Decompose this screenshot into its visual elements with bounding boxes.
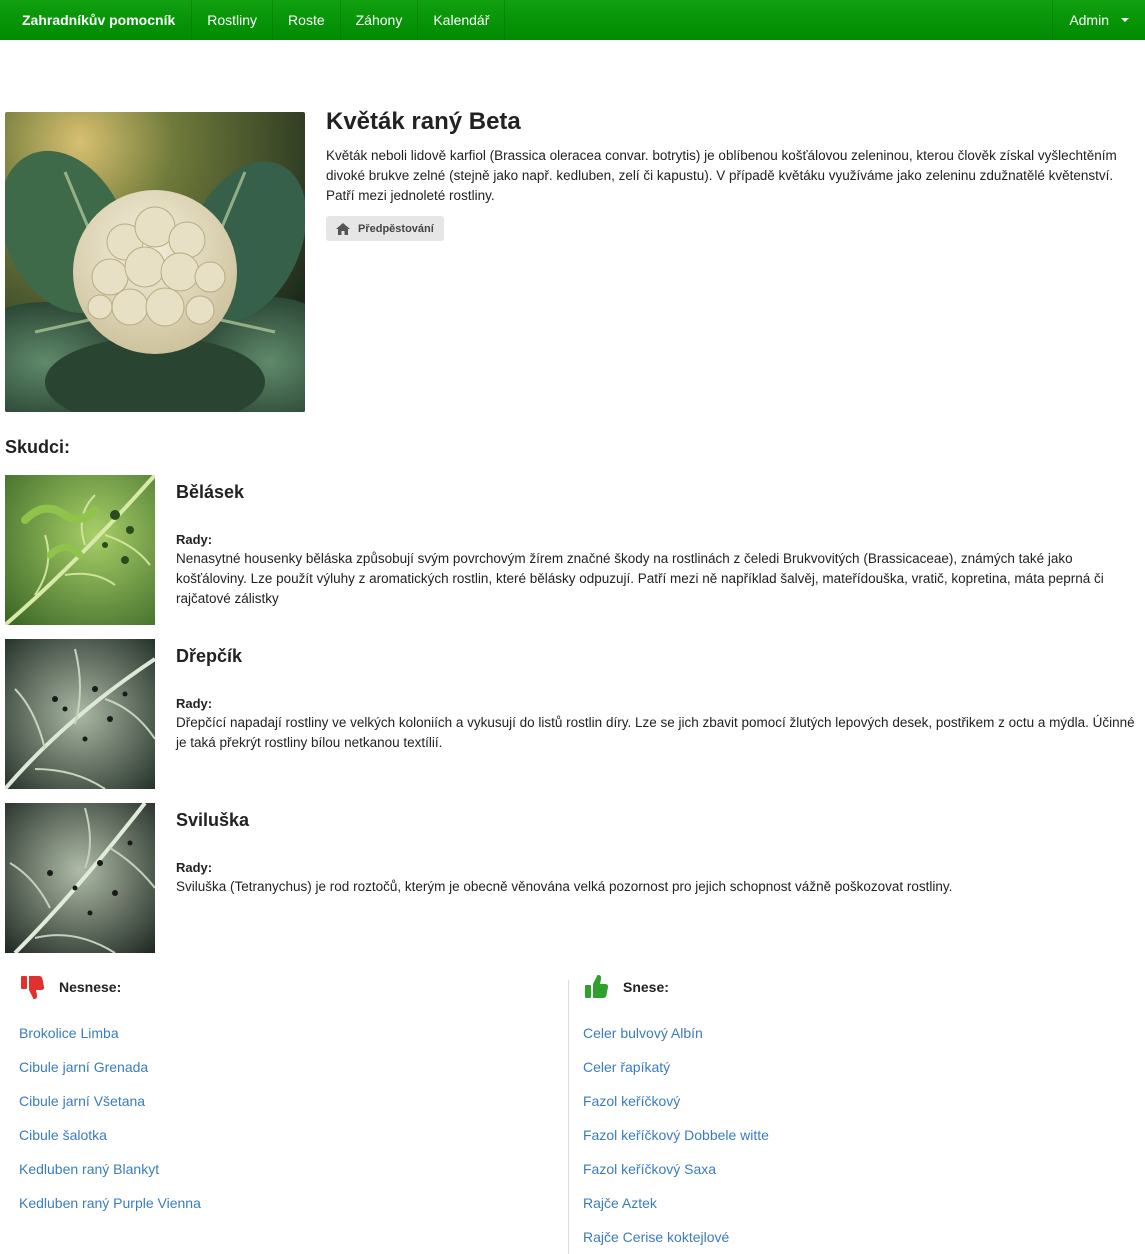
list-item: Kedluben raný Blankyt xyxy=(19,1152,559,1186)
pest-card: Bělásek Rady: Nenasytné housenky běláska… xyxy=(5,475,1140,625)
user-menu[interactable]: Admin xyxy=(1052,0,1145,40)
incompatible-list: Brokolice Limba Cibule jarní Grenada Cib… xyxy=(19,1016,559,1220)
tag-badge: Předpěstování xyxy=(326,216,444,241)
pest-image xyxy=(5,639,155,789)
plant-link[interactable]: Brokolice Limba xyxy=(19,1025,119,1041)
plant-link[interactable]: Kedluben raný Purple Vienna xyxy=(19,1195,201,1211)
compatible-header: Snese: xyxy=(583,972,1138,1002)
pest-name: Sviluška xyxy=(176,810,250,830)
pest-advice: Nenasytné housenky běláska způsobují svý… xyxy=(176,551,1104,606)
list-item: Celer řapíkatý xyxy=(583,1050,1138,1084)
plant-link[interactable]: Fazol keříčkový Saxa xyxy=(583,1161,716,1177)
pest-advice-label: Rady: xyxy=(176,532,213,547)
pest-name: Bělásek xyxy=(176,482,245,502)
list-item: Celer bulvový Albín xyxy=(583,1016,1138,1050)
nav-link-roste[interactable]: Roste xyxy=(273,0,341,40)
plant-link[interactable]: Cibule jarní Všetana xyxy=(19,1093,145,1109)
plant-link[interactable]: Kedluben raný Blankyt xyxy=(19,1161,159,1177)
nav-link-zahony[interactable]: Záhony xyxy=(341,0,419,40)
plant-link[interactable]: Rajče Aztek xyxy=(583,1195,657,1211)
incompatible-title: Nesnese: xyxy=(59,979,122,995)
list-item: Cibule jarní Všetana xyxy=(19,1084,559,1118)
plant-info: Květák raný Beta Květák neboli lidově ka… xyxy=(326,108,1141,241)
pest-card: Sviluška Rady: Sviluška (Tetranychus) je… xyxy=(5,803,1140,953)
plant-link[interactable]: Fazol keříčkový xyxy=(583,1093,680,1109)
plant-link[interactable]: Fazol keříčkový Dobbele witte xyxy=(583,1127,769,1143)
list-item: Cibule jarní Grenada xyxy=(19,1050,559,1084)
pest-body: Dřepčík Rady: Dřepčící napadají rostliny… xyxy=(176,645,1136,753)
list-item: Cibule šalotka xyxy=(19,1118,559,1152)
plant-link[interactable]: Cibule šalotka xyxy=(19,1127,107,1143)
plant-link[interactable]: Rajče Cerise koktejlové xyxy=(583,1229,729,1245)
plant-link[interactable]: Celer řapíkatý xyxy=(583,1059,670,1075)
nav-link-kalendar[interactable]: Kalendář xyxy=(418,0,506,40)
plant-link[interactable]: Cibule jarní Grenada xyxy=(19,1059,148,1075)
list-item: Fazol keříčkový xyxy=(583,1084,1138,1118)
plant-link[interactable]: Celer bulvový Albín xyxy=(583,1025,703,1041)
pest-image xyxy=(5,803,155,953)
list-item: Rajče Cerise koktejlové xyxy=(583,1220,1138,1254)
list-item: Rajče Aztek xyxy=(583,1186,1138,1220)
user-name: Admin xyxy=(1069,12,1109,28)
plant-image xyxy=(5,112,305,412)
incompatible-header: Nesnese: xyxy=(19,972,559,1002)
plant-description: Květák neboli lidově karfiol (Brassica o… xyxy=(326,148,1117,203)
pest-name: Dřepčík xyxy=(176,646,243,666)
list-item: Fazol keříčkový Dobbele witte xyxy=(583,1118,1138,1152)
pest-advice-label: Rady: xyxy=(176,696,213,711)
compatible-plants: Snese: Celer bulvový Albín Celer řapíkat… xyxy=(568,975,1138,1254)
compatible-list: Celer bulvový Albín Celer řapíkatý Fazol… xyxy=(583,1016,1138,1254)
home-icon xyxy=(336,222,350,235)
compatible-title: Snese: xyxy=(623,979,669,995)
page-title: Květák raný Beta xyxy=(326,108,521,135)
caret-down-icon xyxy=(1121,18,1129,22)
thumbs-down-icon xyxy=(21,976,45,999)
brand-link[interactable]: Zahradníkův pomocník xyxy=(0,0,193,40)
pest-body: Sviluška Rady: Sviluška (Tetranychus) je… xyxy=(176,809,1136,897)
pest-card: Dřepčík Rady: Dřepčící napadají rostliny… xyxy=(5,639,1140,789)
list-item: Kedluben raný Purple Vienna xyxy=(19,1186,559,1220)
pest-image xyxy=(5,475,155,625)
pest-body: Bělásek Rady: Nenasytné housenky běláska… xyxy=(176,481,1136,609)
incompatible-plants: Nesnese: Brokolice Limba Cibule jarní Gr… xyxy=(19,972,559,1220)
nav-link-rostliny[interactable]: Rostliny xyxy=(192,0,274,40)
top-navbar: Zahradníkův pomocník Rostliny Roste Záho… xyxy=(0,0,1145,40)
list-item: Fazol keříčkový Saxa xyxy=(583,1152,1138,1186)
pests-heading: Skudci: xyxy=(5,437,71,457)
pest-advice-label: Rady: xyxy=(176,860,213,875)
tag-label: Předpěstování xyxy=(358,222,434,235)
pest-advice: Sviluška (Tetranychus) je rod roztočů, k… xyxy=(176,879,953,894)
thumbs-up-icon xyxy=(585,975,609,998)
list-item: Brokolice Limba xyxy=(19,1016,559,1050)
pest-advice: Dřepčící napadají rostliny ve velkých ko… xyxy=(176,715,1135,750)
